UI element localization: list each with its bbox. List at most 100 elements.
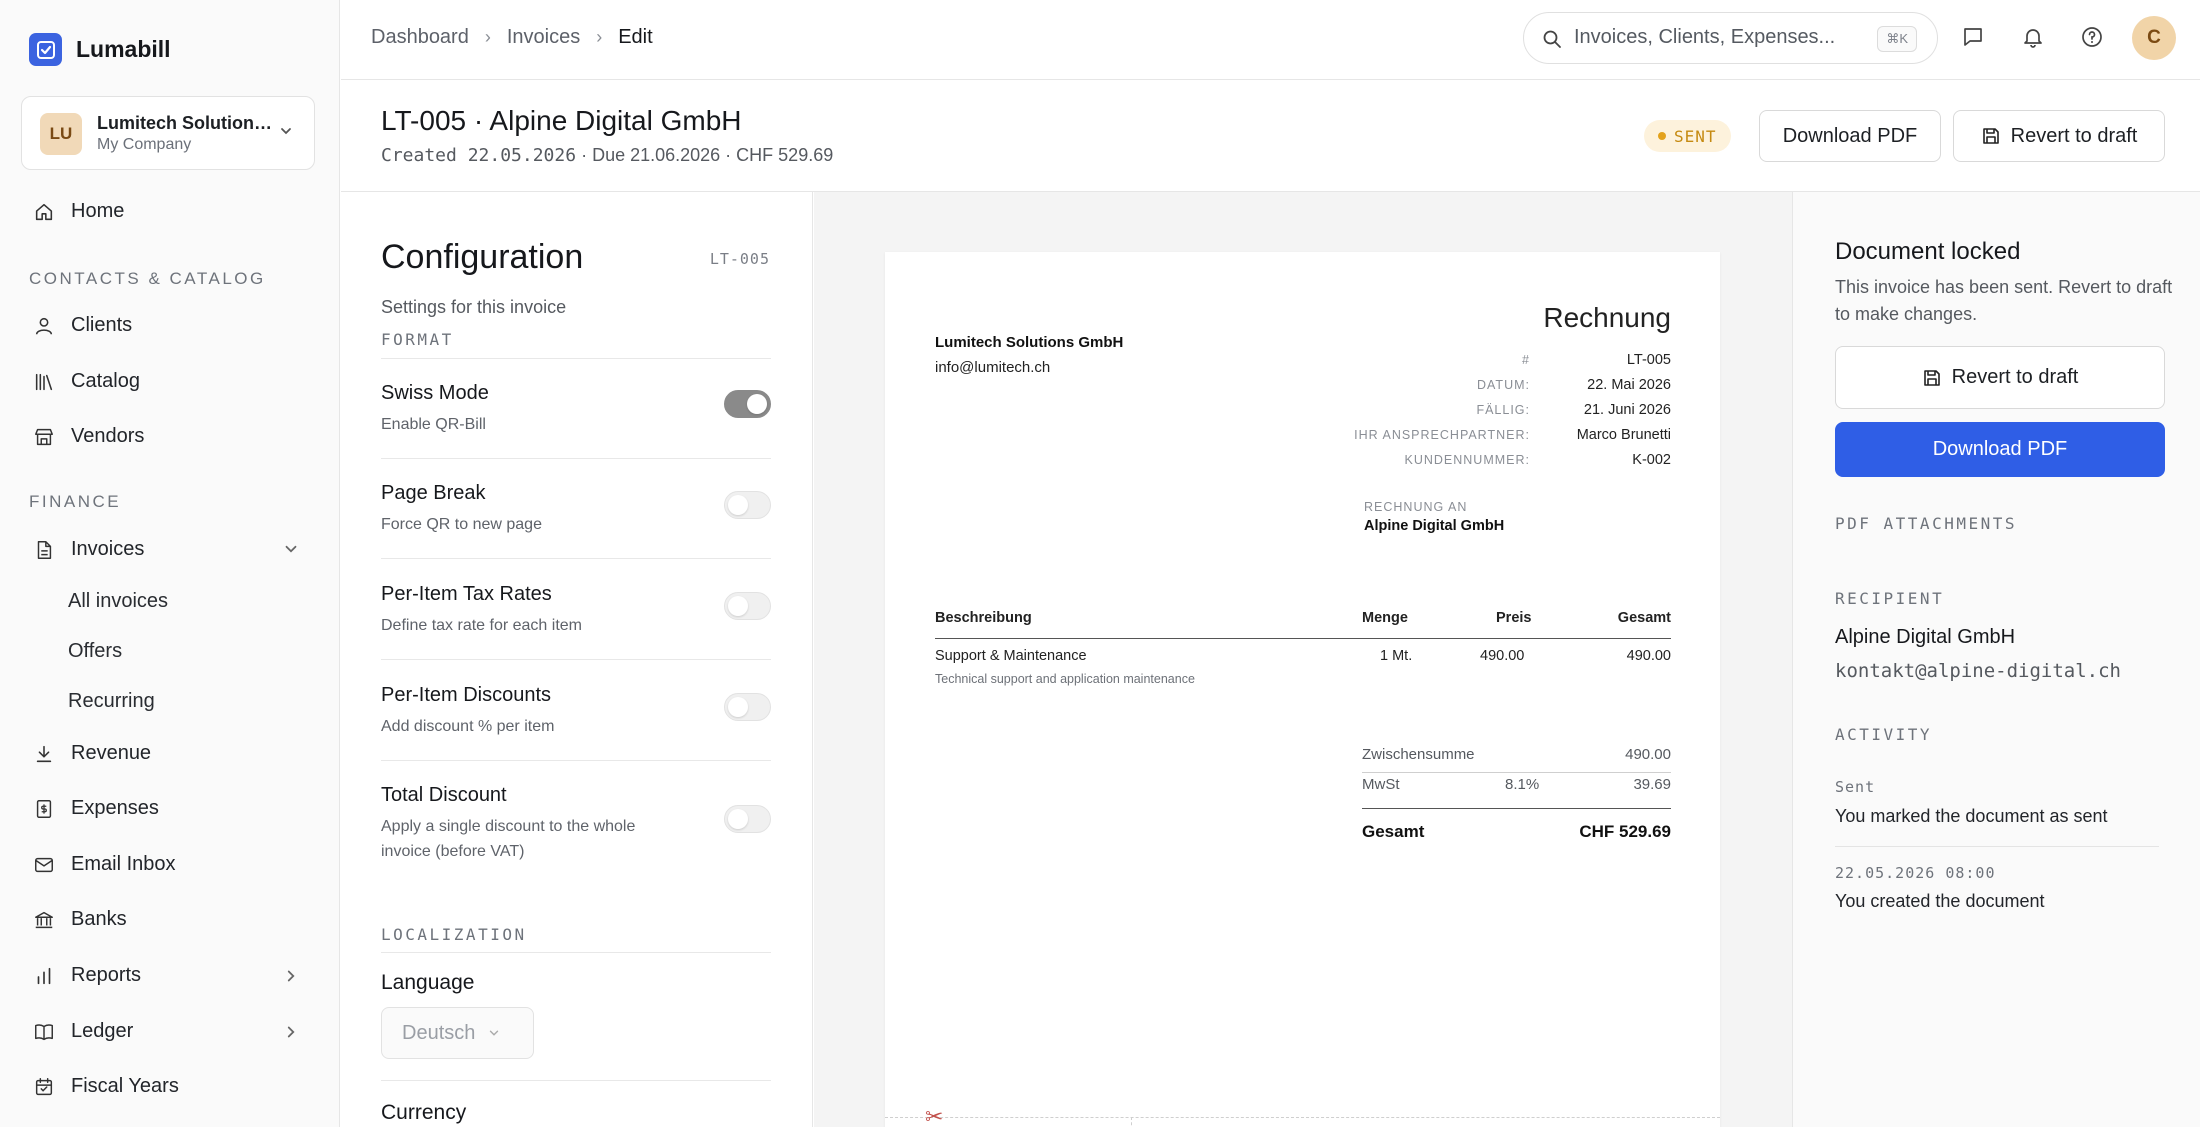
qr-cut-line xyxy=(1131,1117,1132,1127)
option-desc: Define tax rate for each item xyxy=(381,617,582,634)
file-text-icon xyxy=(37,540,52,559)
status-label: SENT xyxy=(1674,126,1717,146)
per-item-discount-toggle[interactable] xyxy=(724,693,771,721)
chevron-right-icon[interactable] xyxy=(282,967,300,985)
breadcrumb-dashboard[interactable]: Dashboard xyxy=(371,26,469,49)
sidebar-item-ledger[interactable]: Ledger xyxy=(33,1020,133,1043)
logo-icon xyxy=(29,33,62,66)
sender-name: Lumitech Solutions GmbH xyxy=(935,334,1124,351)
chevron-down-icon xyxy=(490,1030,499,1036)
chat-icon[interactable] xyxy=(1961,25,1985,49)
meta-value: Marco Brunetti xyxy=(1576,427,1671,443)
sidebar-item-label: Expenses xyxy=(71,797,159,819)
sidebar-item-home[interactable]: Home xyxy=(33,200,124,223)
sidebar-item-reports[interactable]: Reports xyxy=(33,964,141,987)
sidebar-item-banks[interactable]: Banks xyxy=(33,908,127,931)
activity-meta: Sent xyxy=(1835,778,1876,796)
sidebar: Lumabill LU Lumitech Solution… My Compan… xyxy=(0,0,340,1127)
due-and-amount: · Due 21.06.2026 · CHF 529.69 xyxy=(576,145,834,165)
subtotal-label: Zwischensumme xyxy=(1362,746,1475,763)
sidebar-item-expenses[interactable]: Expenses xyxy=(33,797,159,820)
section-activity: ACTIVITY xyxy=(1835,725,1933,744)
search-input[interactable] xyxy=(1574,26,1844,49)
divider xyxy=(381,760,771,761)
download-pdf-button[interactable]: Download PDF xyxy=(1759,110,1941,162)
swiss-mode-toggle[interactable] xyxy=(724,390,771,418)
topbar: Dashboard › Invoices › Edit ⌘K C xyxy=(341,0,2200,80)
store-icon xyxy=(35,428,53,445)
language-label: Language xyxy=(381,971,475,994)
company-name: Lumitech Solution… xyxy=(97,113,272,133)
divider xyxy=(381,659,771,660)
meta-value: 21. Juni 2026 xyxy=(1583,402,1671,418)
vat-rate: 8.1% xyxy=(1505,776,1540,793)
home-icon xyxy=(35,203,53,220)
language-value: Deutsch xyxy=(402,1021,476,1044)
scissors-icon: ✂ xyxy=(925,1104,944,1127)
button-label: Revert to draft xyxy=(1951,366,2079,388)
breadcrumb-invoices[interactable]: Invoices xyxy=(507,26,580,49)
download-pdf-button[interactable]: Download PDF xyxy=(1835,422,2165,477)
revert-to-draft-button[interactable]: Revert to draft xyxy=(1953,110,2165,162)
toggle-knob xyxy=(728,495,748,515)
chevron-down-icon[interactable] xyxy=(282,540,300,558)
sidebar-item-catalog[interactable]: Catalog xyxy=(33,370,140,393)
bill-to-label: RECHNUNG AN xyxy=(1364,500,1468,514)
option-desc: Enable QR-Bill xyxy=(381,416,486,433)
lock-description: This invoice has been sent. Revert to dr… xyxy=(1835,277,2173,324)
sidebar-item-recurring[interactable]: Recurring xyxy=(68,690,155,713)
revert-to-draft-button[interactable]: Revert to draft xyxy=(1835,346,2165,409)
search-box[interactable]: ⌘K xyxy=(1523,12,1938,64)
sidebar-item-invoices[interactable]: Invoices xyxy=(33,538,144,561)
item-name: Support & Maintenance xyxy=(935,648,1087,664)
sidebar-item-revenue[interactable]: Revenue xyxy=(33,742,151,765)
invoice-heading: Rechnung xyxy=(1543,302,1671,333)
chevron-down-icon xyxy=(281,128,291,135)
item-qty: 1 Mt. xyxy=(1380,648,1413,664)
company-switcher[interactable]: LU Lumitech Solution… My Company xyxy=(21,96,315,170)
configuration-panel: Configuration LT-005 Settings for this i… xyxy=(341,192,813,1127)
sidebar-item-label: Home xyxy=(71,200,125,222)
invoice-document: Lumitech Solutions GmbH info@lumitech.ch… xyxy=(885,252,1720,1127)
chevron-right-icon[interactable] xyxy=(282,1023,300,1041)
sidebar-item-email-inbox[interactable]: Email Inbox xyxy=(33,853,176,876)
sidebar-item-label: Email Inbox xyxy=(71,853,176,875)
status-dot xyxy=(1658,132,1666,140)
sidebar-item-label: Revenue xyxy=(71,742,152,764)
column-header: Preis xyxy=(1496,610,1532,626)
sidebar-item-offers[interactable]: Offers xyxy=(68,640,122,663)
divider xyxy=(1362,808,1671,809)
divider xyxy=(381,358,771,359)
recipient-name: Alpine Digital GmbH xyxy=(1835,626,2016,648)
book-icon xyxy=(35,1023,53,1040)
total-discount-toggle[interactable] xyxy=(724,805,771,833)
created-date: Created 22.05.2026 xyxy=(381,145,577,166)
sidebar-item-vendors[interactable]: Vendors xyxy=(33,425,144,448)
config-title: Configuration xyxy=(381,238,584,276)
save-icon xyxy=(1923,369,1940,386)
sidebar-item-all-invoices[interactable]: All invoices xyxy=(68,590,168,613)
help-icon[interactable] xyxy=(2080,25,2104,49)
per-item-tax-toggle[interactable] xyxy=(724,592,771,620)
toggle-knob xyxy=(728,809,748,829)
option-desc: Apply a single discount to the whole inv… xyxy=(381,818,636,860)
sidebar-item-clients[interactable]: Clients xyxy=(33,314,132,337)
sidebar-item-label: Fiscal Years xyxy=(71,1075,179,1097)
brand[interactable]: Lumabill xyxy=(29,33,171,66)
sidebar-item-fiscal-years[interactable]: Fiscal Years xyxy=(33,1075,179,1098)
column-header: Gesamt xyxy=(1617,610,1671,626)
page-header: LT-005 · Alpine Digital GmbH Created 22.… xyxy=(341,80,2200,192)
page-break-toggle[interactable] xyxy=(724,491,771,519)
avatar[interactable]: C xyxy=(2132,16,2176,60)
option-desc: Add discount % per item xyxy=(381,718,555,735)
table-divider xyxy=(935,638,1671,639)
invoice-code: LT-005 xyxy=(709,250,770,268)
column-header: Menge xyxy=(1362,610,1408,626)
language-select[interactable]: Deutsch xyxy=(381,1007,534,1059)
column-header: Beschreibung xyxy=(935,610,1032,626)
activity-meta: 22.05.2026 08:00 xyxy=(1835,864,1996,882)
lock-title: Document locked xyxy=(1835,238,2021,265)
divider xyxy=(381,458,771,459)
subtotal-value: 490.00 xyxy=(1625,746,1671,763)
bell-icon[interactable] xyxy=(2021,25,2045,49)
